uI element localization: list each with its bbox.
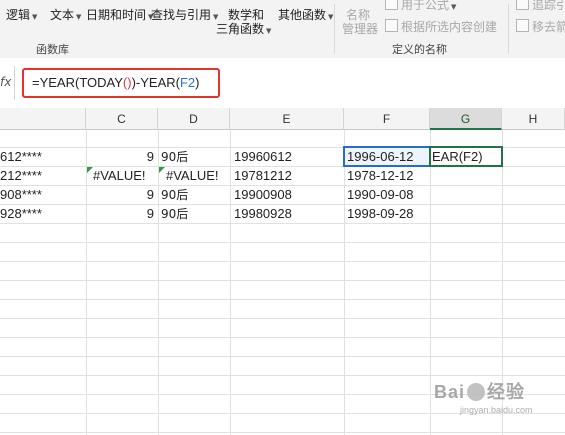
cell-f4[interactable]: 1990-09-08 <box>347 186 429 204</box>
group-label-defined-names: 定义的名称 <box>392 43 447 56</box>
math-functions-button-line2[interactable]: 三角函数 ▼ <box>216 20 271 37</box>
watermark-logo: Bai 经验 <box>434 378 533 404</box>
formula-text-part3: ) <box>195 75 200 90</box>
remove-arrows-icon <box>516 19 529 32</box>
formula-bar: fx =YEAR(TODAY())-YEAR(F2) <box>0 58 565 109</box>
dropdown-arrow-icon: ▼ <box>328 13 334 21</box>
grid-line <box>0 299 565 300</box>
formula-bar-divider <box>14 66 15 100</box>
watermark-logo-text: Bai <box>434 382 466 402</box>
cell-f5[interactable]: 1998-09-28 <box>347 205 429 223</box>
cell-b3[interactable]: 212**** <box>0 167 84 185</box>
column-header-e[interactable]: E <box>230 108 344 130</box>
text-label: 文本 <box>50 8 75 22</box>
formula-icon <box>385 0 398 10</box>
cell-e5[interactable]: 19980928 <box>234 205 340 223</box>
cell-f2[interactable]: 1996-06-12 <box>347 148 429 166</box>
cell-d4[interactable]: 90后 <box>161 186 227 204</box>
column-header-d[interactable]: D <box>158 108 230 130</box>
grid-line <box>344 130 345 435</box>
formula-text-part2: )-YEAR( <box>131 75 180 90</box>
column-header-h[interactable]: H <box>502 108 565 130</box>
use-in-formula-button[interactable]: 用于公式 ▼ <box>385 0 456 13</box>
cell-d5[interactable]: 90后 <box>161 205 227 223</box>
remove-arrows-label: 移去箭 <box>532 20 565 34</box>
formula-text-ref: F2 <box>179 75 196 90</box>
remove-arrows-button[interactable]: 移去箭 <box>516 18 565 35</box>
grid-line <box>0 318 565 319</box>
dropdown-arrow-icon: ▼ <box>32 13 38 21</box>
cell-b5[interactable]: 928**** <box>0 205 84 223</box>
cell-b2[interactable]: 612**** <box>0 148 84 166</box>
grid-line <box>0 337 565 338</box>
cell-d3[interactable]: #VALUE! <box>166 167 230 185</box>
cell-g2[interactable]: EAR(F2) <box>432 148 500 166</box>
logic-label: 逻辑 <box>6 8 31 22</box>
logic-functions-button[interactable]: 逻辑 ▼ <box>6 6 37 23</box>
grid-line <box>0 261 565 262</box>
grid-line <box>0 280 565 281</box>
cell-e2[interactable]: 19960612 <box>234 148 340 166</box>
lookup-functions-button[interactable]: 查找与引用 ▼ <box>151 6 218 23</box>
grid-line <box>0 356 565 357</box>
baidu-paw-icon <box>467 383 486 401</box>
column-header-g[interactable]: G <box>430 108 502 130</box>
lookup-label: 查找与引用 <box>151 8 212 22</box>
datetime-label: 日期和时间 <box>86 8 147 22</box>
cell-c4[interactable]: 9 <box>88 186 154 204</box>
other-label: 其他函数 <box>278 8 327 22</box>
grid-line <box>0 223 565 224</box>
cell-e4[interactable]: 19900908 <box>234 186 340 204</box>
grid-line <box>430 130 431 435</box>
cell-c3[interactable]: #VALUE! <box>93 167 157 185</box>
create-from-selection-button[interactable]: 根据所选内容创建 <box>385 18 497 35</box>
other-functions-button[interactable]: 其他函数 ▼ <box>278 6 333 23</box>
grid-line <box>158 130 159 435</box>
cell-c2[interactable]: 9 <box>88 148 154 166</box>
ribbon-divider <box>334 4 335 54</box>
trace-precedents-button[interactable]: 追踪引 <box>516 0 565 13</box>
trace-precedents-label: 追踪引 <box>532 0 565 12</box>
text-functions-button[interactable]: 文本 ▼ <box>50 6 81 23</box>
dropdown-arrow-icon: ▼ <box>76 13 82 21</box>
table-icon <box>385 19 398 32</box>
cell-d2[interactable]: 90后 <box>161 148 227 166</box>
column-header-c[interactable]: C <box>86 108 158 130</box>
watermark: Bai 经验 jingyan.baidu.com <box>434 378 533 415</box>
column-header-b[interactable] <box>0 108 86 130</box>
watermark-logo-suffix: 经验 <box>487 382 526 402</box>
grid-line <box>0 375 565 376</box>
formula-text-part1: =YEAR(TODAY <box>32 75 123 90</box>
ribbon-divider <box>508 4 509 54</box>
group-label-function-library: 函数库 <box>36 43 69 56</box>
grid-line <box>230 130 231 435</box>
watermark-url: jingyan.baidu.com <box>460 405 533 415</box>
cell-e3[interactable]: 19781212 <box>234 167 340 185</box>
name-manager-button-line2[interactable]: 管理器 <box>342 20 378 37</box>
grid-line <box>86 130 87 435</box>
grid-line <box>0 432 565 433</box>
datetime-functions-button[interactable]: 日期和时间 ▼ <box>86 6 153 23</box>
formula-text-parens: () <box>122 75 132 90</box>
cell-b4[interactable]: 908**** <box>0 186 84 204</box>
formula-input[interactable]: =YEAR(TODAY())-YEAR(F2) <box>32 75 199 90</box>
trace-arrow-icon <box>516 0 529 10</box>
cell-f3[interactable]: 1978-12-12 <box>347 167 429 185</box>
math-label-line2: 三角函数 <box>216 22 265 36</box>
create-from-selection-label: 根据所选内容创建 <box>401 20 498 34</box>
use-in-formula-label: 用于公式 <box>401 0 450 12</box>
ribbon: 逻辑 ▼ 文本 ▼ 日期和时间 ▼ 查找与引用 ▼ 数学和 三角函数 ▼ 其他函数 ▼ 函数… <box>0 0 565 59</box>
error-indicator-icon <box>159 167 165 173</box>
column-header-f[interactable]: F <box>344 108 430 130</box>
dropdown-arrow-icon: ▼ <box>451 3 457 11</box>
dropdown-arrow-icon: ▼ <box>266 27 272 35</box>
grid-line <box>0 242 565 243</box>
insert-function-icon[interactable]: fx <box>0 75 11 89</box>
cell-c5[interactable]: 9 <box>88 205 154 223</box>
